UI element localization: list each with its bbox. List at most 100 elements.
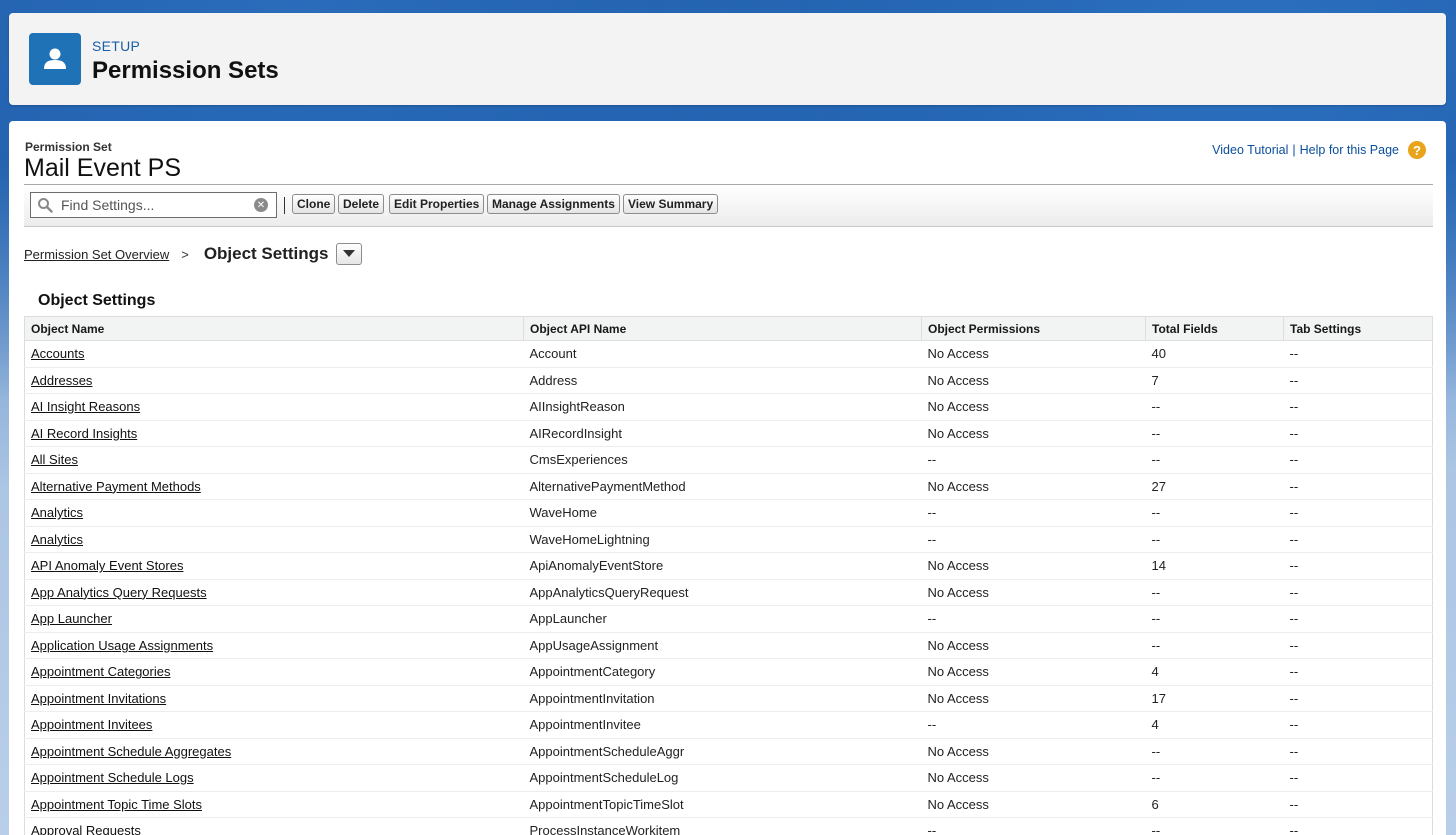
table-header-row: Object Name Object API Name Object Permi… <box>24 316 1433 341</box>
object-name-link[interactable]: AI Record Insights <box>31 426 137 441</box>
table-row: Alternative Payment Methods AlternativePa… <box>24 473 1433 500</box>
table-cell: Accounts <box>24 340 524 368</box>
table-cell: -- <box>1283 685 1433 712</box>
object-name-link[interactable]: Accounts <box>31 346 84 361</box>
column-header: Tab Settings <box>1283 316 1433 341</box>
table-cell: -- <box>1283 764 1433 792</box>
table-cell: All Sites <box>24 446 524 474</box>
table-cell: -- <box>1283 632 1433 659</box>
help-icon[interactable]: ? <box>1408 141 1426 159</box>
table-row: Appointment Schedule Aggregates Appointme… <box>24 738 1433 765</box>
table-cell: -- <box>1145 420 1284 447</box>
table-cell: -- <box>1283 658 1433 686</box>
table-cell: AlternativePaymentMethod <box>523 473 922 500</box>
object-name-link[interactable]: Appointment Schedule Logs <box>31 770 194 785</box>
table-cell: 27 <box>1145 473 1284 500</box>
section-title: Object Settings <box>38 292 156 309</box>
table-cell: ProcessInstanceWorkitem <box>523 817 922 835</box>
object-name-link[interactable]: AI Insight Reasons <box>31 399 140 414</box>
table-cell: AppointmentCategory <box>523 658 922 686</box>
object-name-link[interactable]: Appointment Categories <box>31 664 170 679</box>
object-name-link[interactable]: Appointment Topic Time Slots <box>31 797 202 812</box>
user-icon <box>29 33 81 85</box>
table-cell: -- <box>1283 367 1433 394</box>
search-box: ✕ <box>30 192 277 218</box>
table-cell: -- <box>1283 473 1433 500</box>
table-cell: 17 <box>1145 685 1284 712</box>
table-row: Analytics WaveHome -- -- -- <box>24 499 1433 527</box>
help-for-page-link[interactable]: Help for this Page <box>1300 143 1399 157</box>
table-row: Application Usage Assignments AppUsageAss… <box>24 632 1433 659</box>
table-row: Appointment Schedule Logs AppointmentSche… <box>24 764 1433 792</box>
table-cell: 6 <box>1145 791 1284 818</box>
table-cell: -- <box>1145 817 1284 835</box>
clone-button[interactable]: Clone <box>292 194 336 214</box>
object-name-link[interactable]: All Sites <box>31 452 78 467</box>
table-cell: Address <box>523 367 922 394</box>
breadcrumb-permission-set-overview[interactable]: Permission Set Overview <box>24 247 169 262</box>
table-cell: No Access <box>921 367 1146 394</box>
table-cell: Analytics <box>24 499 524 527</box>
video-tutorial-link[interactable]: Video Tutorial <box>1212 143 1288 157</box>
table-cell: -- <box>921 817 1146 835</box>
object-name-link[interactable]: Application Usage Assignments <box>31 638 213 653</box>
table-cell: -- <box>1283 817 1433 835</box>
table-cell: AppointmentScheduleLog <box>523 764 922 792</box>
page-title: Permission Sets <box>92 57 279 84</box>
clear-search-icon[interactable]: ✕ <box>254 198 268 212</box>
table-cell: -- <box>1145 764 1284 792</box>
chevron-down-icon <box>342 250 355 257</box>
table-cell: AppUsageAssignment <box>523 632 922 659</box>
object-name-link[interactable]: Alternative Payment Methods <box>31 479 201 494</box>
view-summary-button[interactable]: View Summary <box>623 194 719 214</box>
table-cell: Analytics <box>24 526 524 553</box>
table-cell: No Access <box>921 738 1146 765</box>
object-name-link[interactable]: Appointment Invitations <box>31 691 166 706</box>
object-name-link[interactable]: API Anomaly Event Stores <box>31 558 183 573</box>
table-row: Analytics WaveHomeLightning -- -- -- <box>24 526 1433 553</box>
table-cell: No Access <box>921 579 1146 606</box>
table-cell: -- <box>1145 446 1284 474</box>
table-cell: Approval Requests <box>24 817 524 835</box>
table-row: All Sites CmsExperiences -- -- -- <box>24 446 1433 474</box>
object-name-link[interactable]: Appointment Schedule Aggregates <box>31 744 231 759</box>
table-cell: No Access <box>921 764 1146 792</box>
table-cell: -- <box>1283 446 1433 474</box>
table-cell: No Access <box>921 420 1146 447</box>
table-cell: -- <box>1283 579 1433 606</box>
table-cell: No Access <box>921 791 1146 818</box>
object-name-link[interactable]: Addresses <box>31 373 92 388</box>
manage-assignments-button[interactable]: Manage Assignments <box>487 194 620 214</box>
table-cell: -- <box>921 499 1146 527</box>
object-name-link[interactable]: App Launcher <box>31 611 112 626</box>
table-cell: -- <box>1145 605 1284 633</box>
table-row: API Anomaly Event Stores ApiAnomalyEventS… <box>24 552 1433 580</box>
table-cell: Appointment Invitees <box>24 711 524 739</box>
table-row: Approval Requests ProcessInstanceWorkitem… <box>24 817 1433 835</box>
object-name-link[interactable]: Appointment Invitees <box>31 717 152 732</box>
object-name-link[interactable]: Analytics <box>31 505 83 520</box>
table-cell: AI Record Insights <box>24 420 524 447</box>
delete-button[interactable]: Delete <box>338 194 385 214</box>
object-name-link[interactable]: Approval Requests <box>31 823 141 835</box>
find-settings-input[interactable] <box>59 196 253 214</box>
help-separator: | <box>1292 143 1296 157</box>
table-cell: Account <box>523 340 922 368</box>
object-name-link[interactable]: App Analytics Query Requests <box>31 585 207 600</box>
column-header: Object Name <box>24 316 524 341</box>
object-name-link[interactable]: Analytics <box>31 532 83 547</box>
table-cell: Appointment Invitations <box>24 685 524 712</box>
table-cell: -- <box>921 526 1146 553</box>
settings-dropdown-button[interactable] <box>335 243 362 265</box>
table-cell: -- <box>1283 791 1433 818</box>
table-cell: CmsExperiences <box>523 446 922 474</box>
table-cell: AI Insight Reasons <box>24 393 524 421</box>
table-cell: Application Usage Assignments <box>24 632 524 659</box>
breadcrumb-current: Object Settings <box>203 244 329 263</box>
edit-properties-button[interactable]: Edit Properties <box>389 194 485 214</box>
table-cell: -- <box>1145 526 1284 553</box>
table-cell: AppointmentTopicTimeSlot <box>523 791 922 818</box>
table-row: Appointment Categories AppointmentCategor… <box>24 658 1433 686</box>
table-cell: -- <box>1283 340 1433 368</box>
table-cell: -- <box>1283 711 1433 739</box>
